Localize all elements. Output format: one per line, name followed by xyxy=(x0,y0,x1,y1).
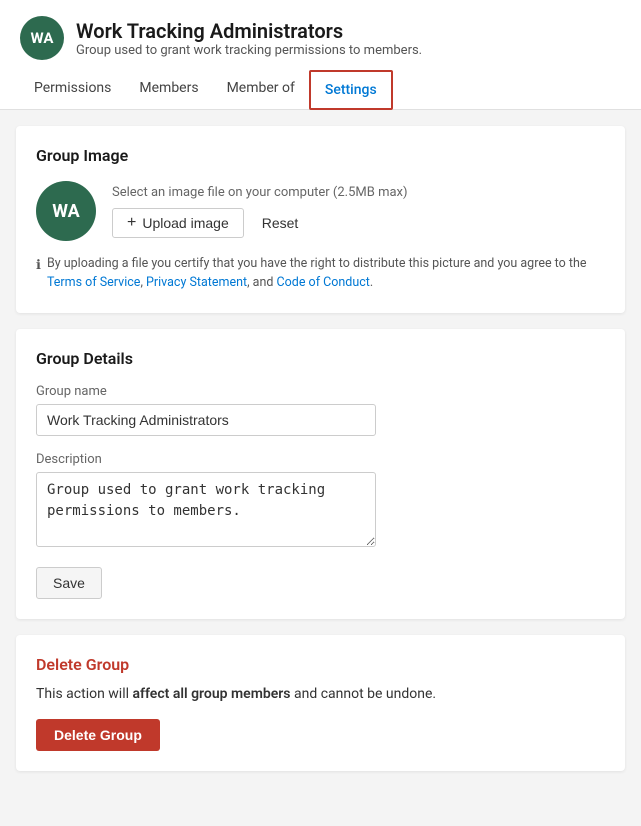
terms-link[interactable]: Terms of Service xyxy=(47,275,140,290)
group-image-card: Group Image WA Select an image file on y… xyxy=(16,126,625,313)
upload-image-button[interactable]: + Upload image xyxy=(112,208,244,238)
privacy-link[interactable]: Privacy Statement xyxy=(146,275,247,290)
save-button[interactable]: Save xyxy=(36,567,102,599)
group-name-group: Group name xyxy=(36,384,605,436)
group-avatar: WA xyxy=(20,16,64,60)
image-buttons: + Upload image Reset xyxy=(112,208,408,238)
group-image-title: Group Image xyxy=(36,146,605,165)
delete-group-button[interactable]: Delete Group xyxy=(36,719,160,751)
group-details-card: Group Details Group name Description Gro… xyxy=(16,329,625,619)
delete-notice: This action will affect all group member… xyxy=(36,684,605,705)
delete-group-card: Delete Group This action will affect all… xyxy=(16,635,625,771)
reset-button[interactable]: Reset xyxy=(254,209,307,237)
group-name-input[interactable] xyxy=(36,404,376,436)
image-controls: Select an image file on your computer (2… xyxy=(112,185,408,238)
group-name-label: Group name xyxy=(36,384,605,399)
tab-settings[interactable]: Settings xyxy=(309,70,393,110)
header-top: WA Work Tracking Administrators Group us… xyxy=(20,16,621,60)
group-description-label: Description xyxy=(36,452,605,467)
info-icon: ℹ xyxy=(36,256,41,276)
group-image-section: WA Select an image file on your computer… xyxy=(36,181,605,293)
tab-permissions[interactable]: Permissions xyxy=(20,70,125,109)
group-subtitle: Group used to grant work tracking permis… xyxy=(76,43,422,58)
conduct-link[interactable]: Code of Conduct xyxy=(277,275,370,290)
group-image-avatar: WA xyxy=(36,181,96,241)
group-details-title: Group Details xyxy=(36,349,605,368)
group-description-textarea[interactable]: Group used to grant work tracking permis… xyxy=(36,472,376,547)
delete-group-title: Delete Group xyxy=(36,655,605,674)
tab-member-of[interactable]: Member of xyxy=(213,70,309,109)
group-description-group: Description Group used to grant work tra… xyxy=(36,452,605,551)
group-title: Work Tracking Administrators xyxy=(76,19,422,43)
tab-members[interactable]: Members xyxy=(125,70,212,109)
header-text: Work Tracking Administrators Group used … xyxy=(76,19,422,58)
main-content: Group Image WA Select an image file on y… xyxy=(0,110,641,787)
image-notice: ℹ By uploading a file you certify that y… xyxy=(36,255,605,293)
page-header: WA Work Tracking Administrators Group us… xyxy=(0,0,641,110)
plus-icon: + xyxy=(127,215,136,231)
tabs-nav: Permissions Members Member of Settings xyxy=(20,70,621,109)
image-hint: Select an image file on your computer (2… xyxy=(112,185,408,200)
image-row: WA Select an image file on your computer… xyxy=(36,181,605,241)
